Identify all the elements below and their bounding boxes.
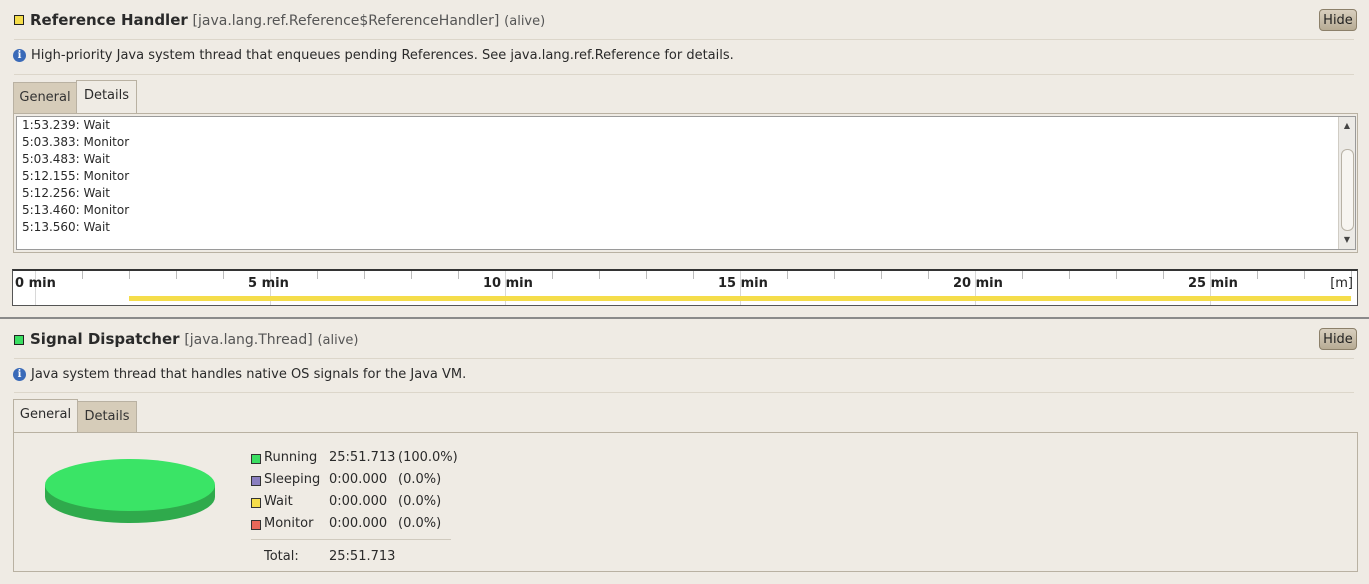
legend-time: 0:00.000 bbox=[329, 516, 388, 531]
general-tab-content: Running 25:51.713 (100.0%) Sleeping 0:00… bbox=[13, 432, 1358, 572]
legend-label: Wait bbox=[264, 494, 293, 509]
wait-state-bar bbox=[129, 296, 1351, 301]
thread-name: Reference Handler bbox=[30, 11, 188, 29]
thread-status-icon bbox=[14, 335, 24, 345]
thread-title: Reference Handler [java.lang.ref.Referen… bbox=[30, 11, 545, 29]
log-entry: 5:13.560: Wait bbox=[22, 220, 111, 234]
thread-class: [java.lang.ref.Reference$ReferenceHandle… bbox=[192, 13, 500, 29]
timeline-tick bbox=[1304, 271, 1305, 279]
legend-percent: (0.0%) bbox=[398, 472, 442, 487]
thread-panel-signal-dispatcher: Signal Dispatcher [java.lang.Thread] (al… bbox=[0, 320, 1369, 584]
timeline-label: 25 min bbox=[1188, 276, 1238, 291]
thread-class: [java.lang.Thread] bbox=[184, 332, 313, 348]
thread-timeline[interactable]: 0 min 5 min 10 min 15 min 20 min 25 min … bbox=[12, 269, 1358, 306]
divider bbox=[14, 392, 1354, 393]
total-label: Total: bbox=[264, 549, 299, 564]
divider bbox=[14, 358, 1354, 359]
total-divider bbox=[251, 539, 451, 540]
legend-time: 0:00.000 bbox=[329, 494, 388, 509]
scrollbar-thumb[interactable] bbox=[1341, 149, 1354, 231]
hide-button[interactable]: Hide bbox=[1319, 9, 1357, 31]
timeline-tick bbox=[693, 271, 694, 279]
legend-label: Sleeping bbox=[264, 472, 321, 487]
info-icon: i bbox=[13, 49, 26, 62]
timeline-tick bbox=[223, 271, 224, 279]
timeline-tick bbox=[787, 271, 788, 279]
timeline-label: 20 min bbox=[953, 276, 1003, 291]
thread-state: (alive) bbox=[504, 14, 546, 29]
log-entry: 1:53.239: Wait bbox=[22, 118, 111, 132]
log-entry: 5:13.460: Monitor bbox=[22, 203, 130, 217]
timeline-tick bbox=[552, 271, 553, 279]
legend-percent: (100.0%) bbox=[398, 450, 458, 465]
tab-general[interactable]: General bbox=[13, 399, 78, 433]
thread-description: Java system thread that handles native O… bbox=[31, 367, 467, 382]
timeline-tick bbox=[599, 271, 600, 279]
legend-swatch-monitor bbox=[251, 520, 261, 530]
divider bbox=[14, 74, 1354, 75]
tab-details[interactable]: Details bbox=[77, 401, 137, 433]
timeline-unit: [m] bbox=[1330, 276, 1353, 291]
timeline-label: 10 min bbox=[483, 276, 533, 291]
timeline-label: 15 min bbox=[718, 276, 768, 291]
legend-percent: (0.0%) bbox=[398, 494, 442, 509]
timeline-tick bbox=[364, 271, 365, 279]
timeline-tick bbox=[1069, 271, 1070, 279]
scroll-up-arrow-icon[interactable]: ▲ bbox=[1339, 119, 1355, 133]
scroll-down-arrow-icon[interactable]: ▼ bbox=[1339, 233, 1355, 247]
timeline-tick bbox=[1163, 271, 1164, 279]
vertical-scrollbar[interactable]: ▲ ▼ bbox=[1338, 117, 1355, 249]
info-icon: i bbox=[13, 368, 26, 381]
legend-time: 0:00.000 bbox=[329, 472, 388, 487]
legend-percent: (0.0%) bbox=[398, 516, 442, 531]
timeline-tick bbox=[1022, 271, 1023, 279]
timeline-tick bbox=[1257, 271, 1258, 279]
details-tab-content: 1:53.239: Wait 5:03.383: Monitor 5:03.48… bbox=[13, 113, 1358, 253]
timeline-tick bbox=[834, 271, 835, 279]
thread-description: High-priority Java system thread that en… bbox=[31, 48, 734, 63]
log-entry: 5:03.483: Wait bbox=[22, 152, 111, 166]
legend-swatch-wait bbox=[251, 498, 261, 508]
log-entry: 5:12.256: Wait bbox=[22, 186, 111, 200]
legend-swatch-sleeping bbox=[251, 476, 261, 486]
pie-slice-running bbox=[45, 459, 215, 511]
tab-general[interactable]: General bbox=[13, 82, 77, 114]
timeline-tick bbox=[458, 271, 459, 279]
timeline-tick bbox=[129, 271, 130, 279]
timeline-tick bbox=[1116, 271, 1117, 279]
divider bbox=[14, 39, 1354, 40]
state-pie-chart bbox=[45, 459, 215, 523]
legend-label: Monitor bbox=[264, 516, 314, 531]
total-time: 25:51.713 bbox=[329, 549, 396, 564]
log-entry: 5:03.383: Monitor bbox=[22, 135, 130, 149]
tab-details[interactable]: Details bbox=[76, 80, 137, 114]
event-log-list[interactable]: 1:53.239: Wait 5:03.383: Monitor 5:03.48… bbox=[16, 116, 1356, 250]
timeline-label: 0 min bbox=[15, 276, 56, 291]
legend-time: 25:51.713 bbox=[329, 450, 396, 465]
thread-status-icon bbox=[14, 15, 24, 25]
log-entry: 5:12.155: Monitor bbox=[22, 169, 130, 183]
thread-panel-reference-handler: Reference Handler [java.lang.ref.Referen… bbox=[0, 0, 1369, 318]
hide-button[interactable]: Hide bbox=[1319, 328, 1357, 350]
timeline-tick bbox=[176, 271, 177, 279]
timeline-label: 5 min bbox=[248, 276, 289, 291]
timeline-tick bbox=[646, 271, 647, 279]
panel-divider bbox=[0, 317, 1369, 319]
timeline-tick bbox=[82, 271, 83, 279]
timeline-tick bbox=[881, 271, 882, 279]
thread-state: (alive) bbox=[317, 333, 359, 348]
legend-swatch-running bbox=[251, 454, 261, 464]
thread-title: Signal Dispatcher [java.lang.Thread] (al… bbox=[30, 330, 358, 348]
thread-name: Signal Dispatcher bbox=[30, 330, 180, 348]
timeline-tick bbox=[317, 271, 318, 279]
legend-label: Running bbox=[264, 450, 318, 465]
timeline-tick bbox=[411, 271, 412, 279]
timeline-tick bbox=[928, 271, 929, 279]
